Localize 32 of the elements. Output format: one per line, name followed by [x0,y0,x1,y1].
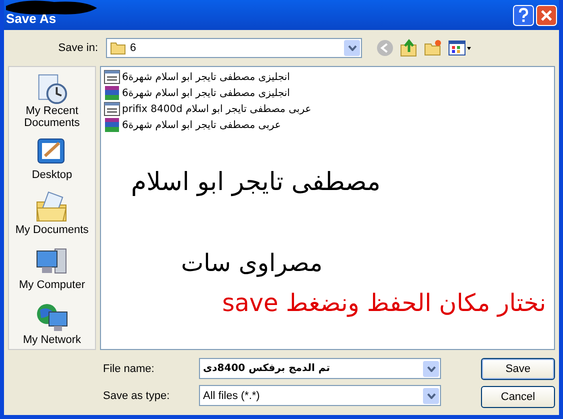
file-name-field[interactable]: تم الدمج برفكس 8400دى [199,358,441,379]
place-item[interactable]: My Recent Documents [10,73,94,129]
books-icon [104,118,120,132]
document-icon [104,102,120,116]
file-name-label: File name: [103,362,156,374]
place-item[interactable]: Desktop [10,135,94,184]
save-in-label: Save in: [57,42,98,54]
new-folder-icon[interactable] [424,39,442,57]
up-folder-icon[interactable] [400,39,418,57]
folder-icon [110,41,126,55]
place-item[interactable]: My Computer [10,245,94,294]
file-item[interactable]: انجليزى مصطفى تايجر ابو اسلام شهرة6 [104,85,551,101]
document-icon [104,70,120,84]
view-menu-icon[interactable] [448,40,472,56]
annotation-text: مصطفى تايجر ابو اسلام [131,167,380,196]
save-as-type-dropdown[interactable]: All files (*.*) [199,385,441,406]
annotation-text: save نختار مكان الحفظ ونضغط [222,289,546,317]
cancel-button[interactable]: Cancel [481,386,555,408]
save-button[interactable]: Save [481,358,555,380]
file-item[interactable]: عربى مصطفى تايجر ابو اسلام prifix 8400d [104,101,551,117]
help-icon[interactable] [513,4,534,26]
place-item[interactable]: My Documents [10,190,94,239]
place-item[interactable]: My Network [10,300,94,349]
file-item[interactable]: عربى مصطفى تايجر ابو اسلام شهرة6 [104,117,551,133]
close-icon[interactable] [536,4,557,26]
file-item[interactable]: انجليزى مصطفى تايجر ابو اسلام شهرة6 [104,69,551,85]
books-icon [104,86,120,100]
save-as-type-label: Save as type: [103,390,171,402]
save-in-dropdown[interactable]: 6 [106,38,362,58]
annotation-text: مصراوى سات [181,249,323,277]
window-title: Save As [6,10,56,26]
folder-icon [35,190,69,224]
